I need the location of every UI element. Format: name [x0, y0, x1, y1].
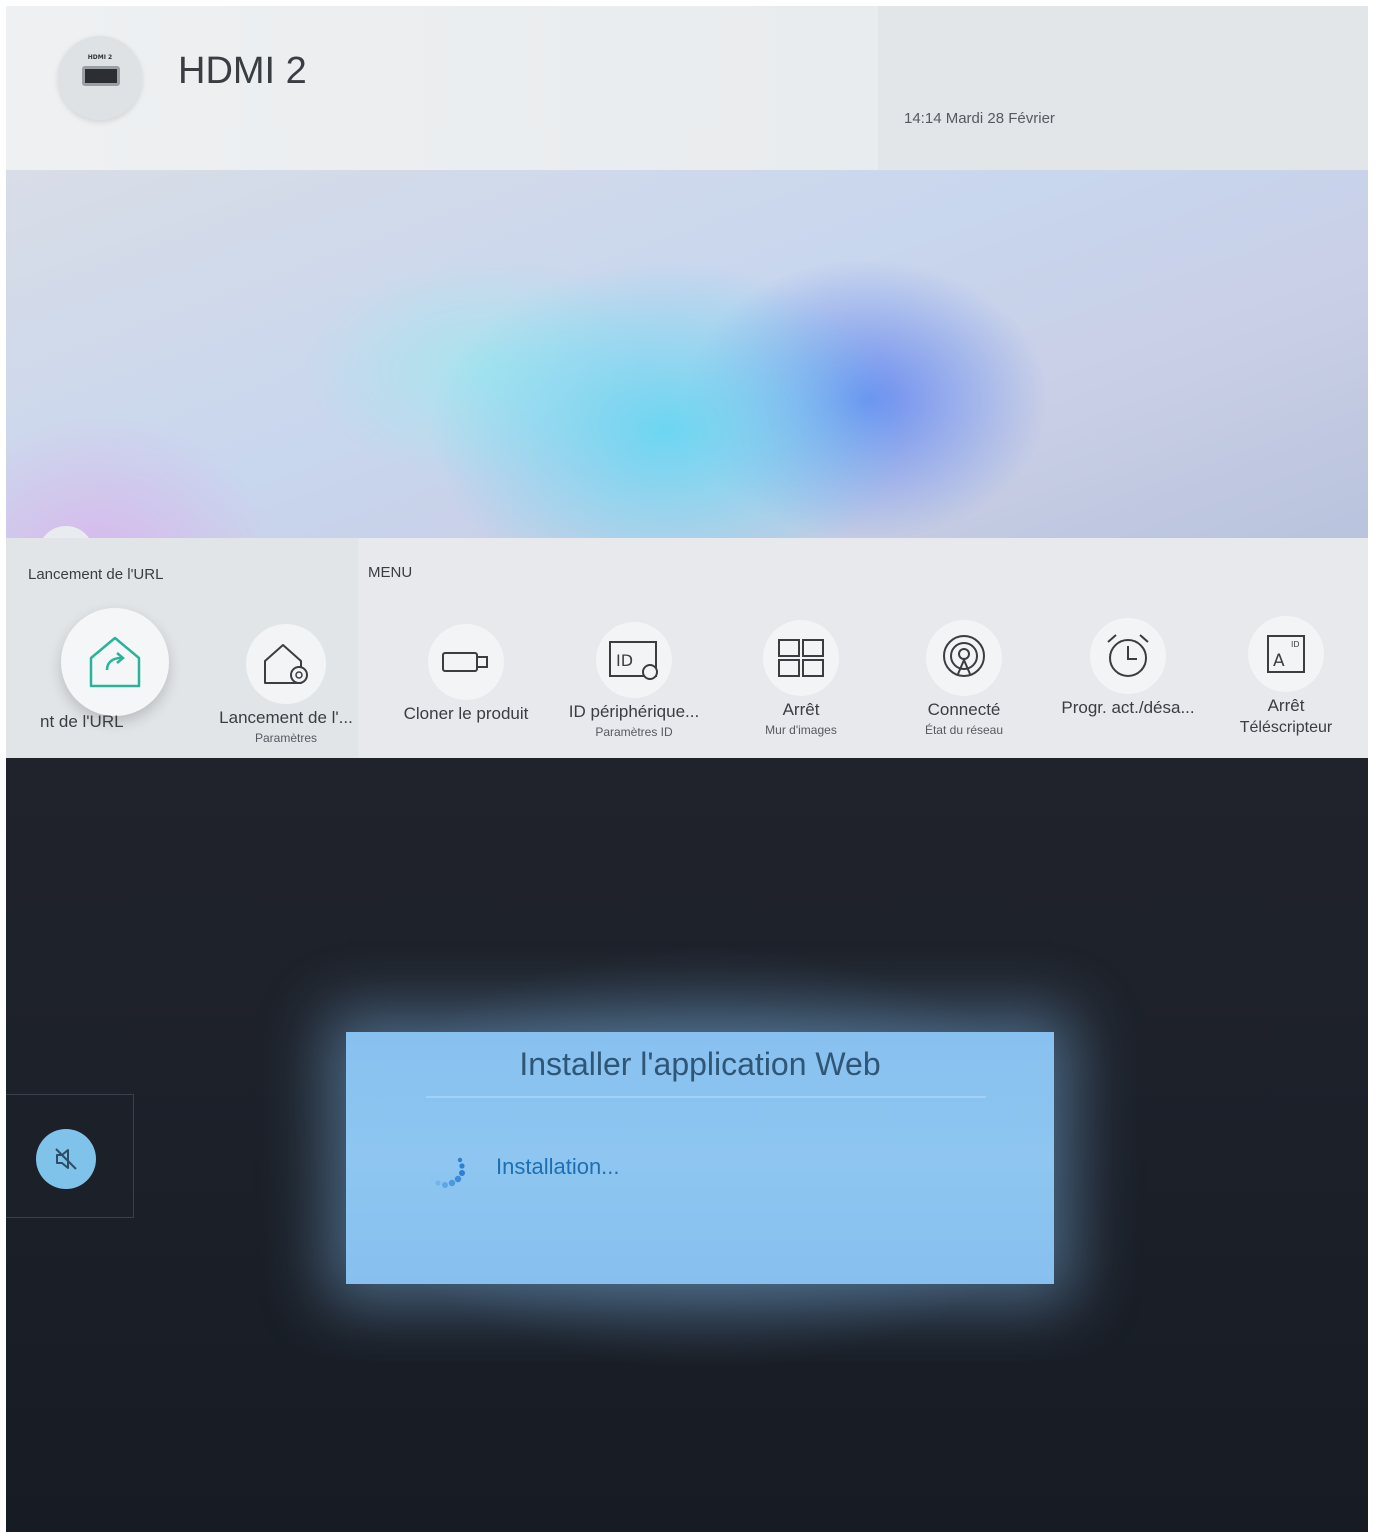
- hdmi-plug-icon: [82, 66, 120, 86]
- tile-sublabel: État du réseau: [924, 723, 1004, 737]
- tile-label: Connecté: [927, 700, 1001, 719]
- tile-on-off-timer[interactable]: Progr. act./désa...: [1048, 618, 1208, 718]
- menu-section-label: MENU: [368, 564, 413, 581]
- tile-label: Cloner le produit: [403, 704, 529, 723]
- url-launcher-home-icon: [61, 608, 169, 716]
- dialog-divider: [426, 1096, 986, 1098]
- source-menu-screen: HDMI 2 HDMI 2 14:14 Mardi 28 Février Lan…: [6, 6, 1368, 758]
- tile-label: Arrêt: [782, 700, 820, 719]
- tile-label: Arrêt: [1267, 696, 1305, 715]
- svg-text:ID: ID: [616, 651, 633, 670]
- background-artwork: [6, 170, 1368, 582]
- tile-url-launcher-settings[interactable]: Lancement de l'... Paramètres: [206, 624, 366, 745]
- install-dialog: Installer l'application Web Installation…: [346, 1032, 1054, 1284]
- device-id-icon: ID: [596, 622, 672, 698]
- url-section-label: Lancement de l'URL: [28, 566, 164, 583]
- mute-icon: [55, 1148, 77, 1170]
- side-panel: [6, 1094, 134, 1218]
- tile-sublabel: Paramètres ID: [595, 725, 673, 739]
- tile-network-status[interactable]: Connecté État du réseau: [884, 620, 1044, 737]
- alarm-clock-icon: [1090, 618, 1166, 694]
- datetime: 14:14 Mardi 28 Février: [904, 110, 1055, 127]
- bottom-menu-bar: Lancement de l'URL MENU nt de l'URL Lanc…: [6, 538, 1368, 758]
- tile-label: ID périphérique...: [568, 702, 700, 721]
- mute-button[interactable]: [36, 1129, 96, 1189]
- video-wall-icon: [763, 620, 839, 696]
- source-title: HDMI 2: [178, 50, 307, 92]
- hdmi-source-icon[interactable]: HDMI 2: [58, 36, 142, 120]
- dialog-title: Installer l'application Web: [519, 1046, 881, 1082]
- tile-sublabel: Téléscripteur: [1239, 719, 1333, 736]
- usb-clone-icon: [428, 624, 504, 700]
- url-launcher-settings-icon: [246, 624, 326, 704]
- tile-sublabel: Mur d'images: [765, 723, 837, 737]
- tile-sublabel: Paramètres: [254, 731, 318, 745]
- ticker-icon: A ID: [1248, 616, 1324, 692]
- tile-video-wall[interactable]: Arrêt Mur d'images: [721, 620, 881, 737]
- tile-device-id[interactable]: ID ID périphérique... Paramètres ID: [554, 622, 714, 739]
- tile-label: Progr. act./désa...: [1061, 698, 1195, 717]
- network-status-icon: [926, 620, 1002, 696]
- svg-text:ID: ID: [1291, 640, 1300, 649]
- install-status-text: Installation...: [496, 1154, 620, 1179]
- tile-label: Lancement de l'...: [219, 708, 353, 727]
- loading-spinner-icon: [429, 1157, 465, 1188]
- tile-url-launcher[interactable]: nt de l'URL: [30, 608, 200, 732]
- svg-text:A: A: [1273, 651, 1285, 671]
- tile-clone-product[interactable]: Cloner le produit: [386, 624, 546, 724]
- header-right-panel: [878, 6, 1368, 170]
- tile-label: nt de l'URL: [40, 712, 124, 731]
- tile-ticker[interactable]: A ID Arrêt Téléscripteur: [1211, 616, 1361, 737]
- install-screen: Installer l'application Web Installation…: [6, 758, 1368, 1532]
- hdmi-chip-label: HDMI 2: [87, 54, 113, 61]
